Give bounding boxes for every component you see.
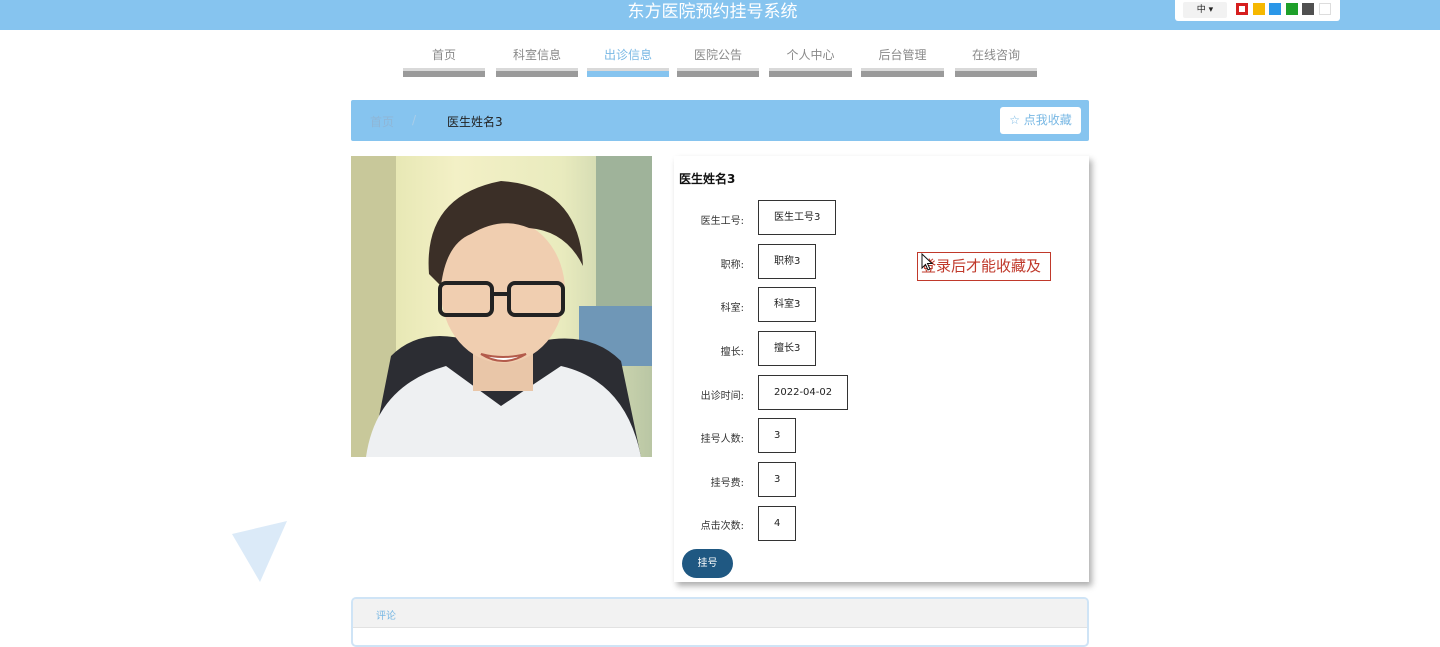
field-value-employee-id: 医生工号3: [758, 200, 837, 235]
field-value-clicks: 4: [758, 506, 797, 541]
nav-underline: [769, 68, 852, 77]
nav-underline: [861, 68, 944, 77]
theme-swatch-red[interactable]: [1236, 3, 1248, 15]
field-label-registrations: 挂号人数:: [700, 434, 744, 445]
nav-label: 在线咨询: [971, 48, 1020, 62]
toolbar-panel: 中 ▾: [1175, 0, 1340, 21]
language-dropdown[interactable]: 中 ▾: [1183, 2, 1227, 18]
field-value-registrations: 3: [758, 418, 797, 453]
favorite-button[interactable]: ☆ 点我收藏: [1000, 107, 1081, 134]
nav-label: 个人中心: [786, 48, 835, 62]
nav-item-consult[interactable]: 在线咨询: [955, 44, 1037, 77]
field-value-schedule-date: 2022-04-02: [758, 375, 849, 410]
nav-label: 出诊信息: [603, 48, 652, 62]
doctor-photo-illustration: [351, 156, 652, 457]
nav-label: 首页: [431, 48, 456, 62]
mouse-cursor-icon: [921, 253, 933, 271]
field-value-fee: 3: [758, 462, 797, 497]
field-value-department: 科室3: [758, 287, 817, 322]
field-label-specialty: 擅长:: [720, 347, 744, 358]
field-label-employee-id: 医生工号:: [700, 216, 744, 227]
field-value-specialty: 擅长3: [758, 331, 817, 366]
field-label-department: 科室:: [720, 303, 744, 314]
breadcrumb: 首页 / 医生姓名3 ☆ 点我收藏: [351, 100, 1089, 141]
field-label-clicks: 点击次数:: [700, 521, 744, 532]
theme-swatch-yellow[interactable]: [1253, 3, 1265, 15]
theme-swatch-white[interactable]: [1319, 3, 1331, 15]
top-bar: 东方医院预约挂号系统 中 ▾: [0, 0, 1440, 30]
nav-label: 科室信息: [512, 48, 561, 62]
nav-underline: [587, 68, 669, 77]
decorative-triangle-icon: [232, 521, 287, 582]
field-label-fee: 挂号费:: [710, 478, 744, 489]
comment-title: 评论: [376, 611, 396, 622]
breadcrumb-home-link[interactable]: 首页: [370, 113, 394, 130]
comment-panel: 评论: [351, 597, 1089, 647]
theme-swatch-green[interactable]: [1286, 3, 1298, 15]
nav-item-profile[interactable]: 个人中心: [769, 44, 852, 77]
breadcrumb-current: 医生姓名3: [447, 115, 503, 129]
doctor-detail-card: 医生姓名3 医生工号: 医生工号3 职称: 职称3 科室: 科室3 擅长: 擅长…: [674, 156, 1089, 582]
nav-label: 后台管理: [878, 48, 927, 62]
nav-item-admin[interactable]: 后台管理: [861, 44, 944, 77]
nav-underline: [403, 68, 485, 77]
breadcrumb-separator: /: [412, 113, 417, 127]
doctor-name-heading: 医生姓名3: [679, 172, 736, 186]
comment-panel-header: 评论: [353, 599, 1087, 628]
nav-item-announcements[interactable]: 医院公告: [677, 44, 759, 77]
nav-underline: [496, 68, 578, 77]
nav-underline: [955, 68, 1037, 77]
nav-item-departments[interactable]: 科室信息: [496, 44, 578, 77]
field-label-schedule-date: 出诊时间:: [700, 391, 744, 402]
theme-swatch-dark[interactable]: [1302, 3, 1314, 15]
login-notice: 登录后才能收藏及: [917, 252, 1051, 281]
nav-item-home[interactable]: 首页: [403, 44, 485, 77]
field-label-title: 职称:: [720, 260, 744, 271]
theme-swatch-blue[interactable]: [1269, 3, 1281, 15]
nav-underline: [677, 68, 759, 77]
field-value-title: 职称3: [758, 244, 817, 279]
nav-item-schedule[interactable]: 出诊信息: [587, 44, 669, 77]
doctor-photo: [351, 156, 652, 457]
nav-label: 医院公告: [693, 48, 742, 62]
register-button[interactable]: 挂号: [682, 549, 733, 578]
